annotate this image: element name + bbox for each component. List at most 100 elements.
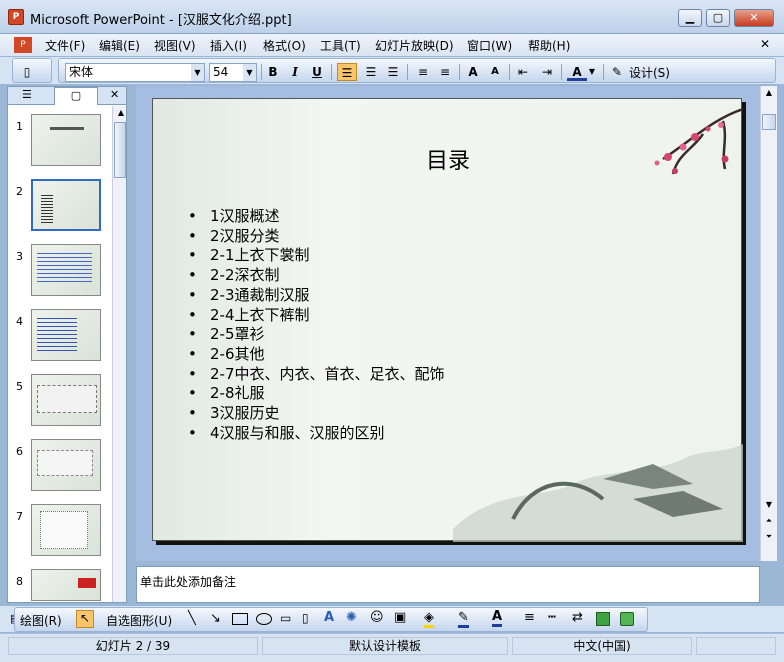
- toolbar-separator: [509, 64, 510, 80]
- arrow-style-icon[interactable]: ⇄: [572, 610, 583, 625]
- design-button[interactable]: 设计(S): [629, 64, 670, 81]
- design-icon[interactable]: ✎: [609, 63, 625, 81]
- increase-indent-icon[interactable]: ⇥: [537, 63, 557, 81]
- close-document-icon[interactable]: ✕: [760, 37, 770, 51]
- arrow-tool-icon[interactable]: ↘: [210, 611, 221, 626]
- menu-edit[interactable]: 编辑(E): [99, 37, 140, 54]
- minimize-button[interactable]: ▁: [678, 9, 702, 27]
- close-button[interactable]: ✕: [734, 9, 774, 27]
- previous-slide-icon[interactable]: ⏶: [762, 514, 776, 528]
- bullet-item: 2-8礼服: [188, 384, 445, 404]
- chevron-down-icon[interactable]: ▼: [191, 64, 204, 81]
- slide-thumbnail-3[interactable]: [31, 244, 101, 296]
- oval-tool-icon[interactable]: [256, 613, 272, 625]
- draw-menu-button[interactable]: 绘图(R): [20, 612, 62, 629]
- bullets-icon[interactable]: ≡: [435, 63, 455, 81]
- menu-format[interactable]: 格式(O): [263, 37, 306, 54]
- menu-tools[interactable]: 工具(T): [320, 37, 361, 54]
- font-color-icon[interactable]: A: [567, 63, 587, 81]
- line-color-icon[interactable]: ✎: [458, 610, 469, 628]
- font-size-combo[interactable]: 54 ▼: [209, 63, 257, 82]
- align-right-icon[interactable]: ☰: [383, 63, 403, 81]
- autoshapes-button[interactable]: 自选图形(U): [106, 612, 172, 629]
- thumb-text-lines: [37, 318, 77, 354]
- slide-thumbnail-4[interactable]: [31, 309, 101, 361]
- increase-font-icon[interactable]: A: [463, 63, 483, 81]
- chevron-down-icon[interactable]: ▼: [587, 63, 597, 81]
- pane-tabs: ☰ ▢ ✕: [8, 87, 126, 105]
- clipart-icon[interactable]: ☺: [370, 610, 384, 625]
- menu-window[interactable]: 窗口(W): [467, 37, 512, 54]
- thumb-image-mark: [78, 578, 96, 588]
- line-style-icon[interactable]: ≡: [524, 610, 535, 625]
- toolbar-separator: [331, 64, 332, 80]
- slides-pane: ☰ ▢ ✕ ▲ 1 2 3 4 5 6 7 8: [7, 86, 127, 603]
- bold-button[interactable]: B: [263, 63, 283, 81]
- document-icon[interactable]: P: [14, 37, 32, 53]
- slide-thumbnail-7[interactable]: [31, 504, 101, 556]
- scroll-up-icon[interactable]: ▲: [762, 86, 776, 100]
- slide-counter: 幻灯片 2 / 39: [8, 637, 258, 655]
- chevron-down-icon[interactable]: ▼: [243, 64, 256, 81]
- slide-thumbnail-6[interactable]: [31, 439, 101, 491]
- new-document-icon[interactable]: ▯: [17, 63, 37, 81]
- vertical-textbox-icon[interactable]: ▯: [302, 611, 309, 625]
- rectangle-tool-icon[interactable]: [232, 613, 248, 625]
- status-bar: 幻灯片 2 / 39 默认设计模板 中文(中国): [0, 633, 784, 662]
- bullet-item: 2-6其他: [188, 345, 445, 365]
- bullet-item: 2-2深衣制: [188, 266, 445, 286]
- ink-landscape-decoration: [453, 444, 743, 542]
- menu-view[interactable]: 视图(V): [154, 37, 196, 54]
- slide-title[interactable]: 目录: [153, 143, 743, 175]
- font-color-icon[interactable]: A: [492, 609, 503, 627]
- next-slide-icon[interactable]: ⏷: [762, 530, 776, 544]
- scroll-thumb[interactable]: [762, 114, 776, 130]
- fill-color-icon[interactable]: ◈: [424, 610, 434, 628]
- underline-button[interactable]: U: [307, 63, 327, 81]
- powerpoint-app-icon[interactable]: P: [8, 9, 24, 25]
- menu-insert[interactable]: 插入(I): [210, 37, 247, 54]
- align-left-icon[interactable]: ☰: [337, 63, 357, 81]
- italic-button[interactable]: I: [285, 63, 305, 81]
- menu-file[interactable]: 文件(F): [45, 37, 85, 54]
- thumbnail-scrollbar[interactable]: ▲: [112, 106, 126, 602]
- maximize-button[interactable]: ▢: [706, 9, 730, 27]
- dash-style-icon[interactable]: ┅: [548, 610, 556, 625]
- decrease-indent-icon[interactable]: ⇤: [513, 63, 533, 81]
- textbox-icon[interactable]: ▭: [280, 611, 291, 625]
- slide-thumbnail-5[interactable]: [31, 374, 101, 426]
- slide-thumbnail-1[interactable]: [31, 114, 101, 166]
- toolbar-separator: [459, 64, 460, 80]
- design-template-name[interactable]: 默认设计模板: [262, 637, 508, 655]
- scroll-down-icon[interactable]: ▼: [762, 498, 776, 512]
- numbering-icon[interactable]: ≡: [413, 63, 433, 81]
- shadow-style-icon[interactable]: [596, 612, 610, 626]
- slide-scrollbar[interactable]: ▲ ▼ ⏶ ⏷: [760, 86, 777, 561]
- notes-pane[interactable]: 单击此处添加备注: [136, 566, 760, 603]
- menu-slideshow[interactable]: 幻灯片放映(D): [375, 37, 454, 54]
- thumb-title-mark: [50, 127, 84, 130]
- select-pointer-icon[interactable]: ↖: [76, 610, 94, 628]
- toolbar-separator: [261, 64, 262, 80]
- align-center-icon[interactable]: ☰: [361, 63, 381, 81]
- 3d-style-icon[interactable]: [620, 612, 634, 626]
- title-bar: P Microsoft PowerPoint - [汉服文化介绍.ppt] ▁ …: [0, 0, 784, 34]
- wordart-icon[interactable]: A: [324, 610, 334, 625]
- slide-thumbnail-2[interactable]: [30, 178, 102, 232]
- toolbar-separator: [407, 64, 408, 80]
- line-tool-icon[interactable]: ╲: [188, 611, 196, 626]
- bullet-item: 2-3通裁制汉服: [188, 286, 445, 306]
- slide-thumbnail-8[interactable]: [31, 569, 101, 601]
- slides-tab-icon[interactable]: ▢: [54, 87, 98, 105]
- decrease-font-icon[interactable]: A: [485, 63, 505, 81]
- close-pane-icon[interactable]: ✕: [110, 88, 119, 101]
- insert-picture-icon[interactable]: ▣: [394, 610, 406, 625]
- slide-bullet-list[interactable]: 1汉服概述 2汉服分类 2-1上衣下裳制 2-2深衣制 2-3通裁制汉服 2-4…: [188, 207, 445, 443]
- scroll-thumb[interactable]: [114, 122, 126, 178]
- menu-help[interactable]: 帮助(H): [528, 37, 570, 54]
- outline-tab-icon[interactable]: ☰: [22, 88, 32, 101]
- current-slide[interactable]: 目录 1汉服概述 2汉服分类 2-1上衣下裳制 2-2深衣制 2-3通裁制汉服 …: [152, 98, 743, 542]
- diagram-icon[interactable]: ✺: [346, 610, 357, 625]
- scroll-up-icon[interactable]: ▲: [114, 106, 128, 120]
- font-name-combo[interactable]: 宋体 ▼: [65, 63, 205, 82]
